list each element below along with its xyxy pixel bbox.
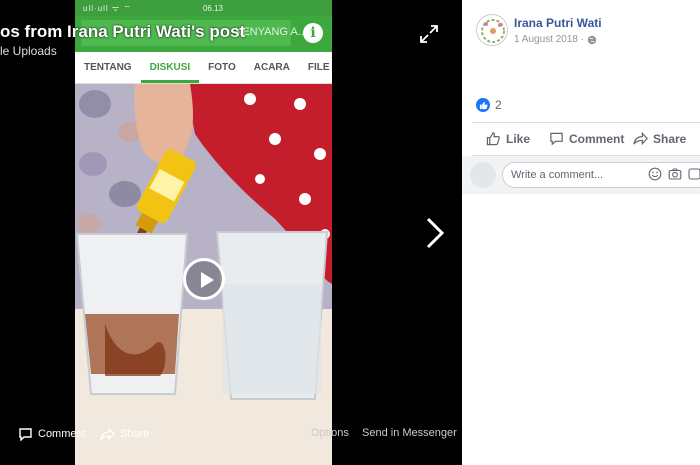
share-icon [100,427,115,441]
viewer-action-bar: Comment Share Options Send in Messenger [0,420,462,450]
options-link[interactable]: Options [311,427,349,439]
next-arrow-icon[interactable] [424,216,446,250]
composer-icons [648,167,700,181]
gif-icon[interactable] [688,167,700,181]
post-date-text: 1 August 2018 · [514,34,585,45]
tab-tentang: TENTANG [84,62,132,73]
share-button[interactable]: Share [633,131,686,146]
send-in-messenger-link[interactable]: Send in Messenger [362,427,457,439]
viewer-share-label: Share [120,428,150,440]
status-time: 06.13 [202,3,223,13]
divider [472,122,700,123]
share-arrow-icon [633,131,648,146]
comment-label: Comment [569,131,625,146]
photo-viewer: ull·ull ᯤ ⌔ 06.13 KENYANG A... i TENTANG… [0,0,700,465]
viewer-share-button[interactable]: Share [100,427,149,441]
share-label: Share [653,131,687,146]
author-avatar[interactable] [476,14,508,46]
viewer-title: os from Irana Putri Wati's post [0,22,246,41]
thumbs-up-glyph [479,101,488,109]
emoji-icon[interactable] [648,167,662,181]
group-name-text: KENYANG A... [235,26,307,38]
phone-tab-bar: TENTANG DISKUSI FOTO ACARA FILE A [75,52,332,84]
post-timestamp[interactable]: 1 August 2018 · [514,34,597,45]
author-name-link[interactable]: Irana Putri Wati [514,16,602,30]
like-button[interactable]: Like [486,131,530,146]
like-label: Like [506,131,531,146]
viewer-comment-button[interactable]: Comment [18,427,86,441]
tab-foto: FOTO [208,62,236,73]
signal-indicators: ull·ull ᯤ ⌔ [83,3,132,13]
play-button[interactable] [183,258,225,300]
video-frame [75,84,332,465]
current-user-avatar [470,162,496,188]
phone-status-bar: ull·ull ᯤ ⌔ 06.13 [75,0,332,16]
reaction-summary[interactable]: 2 [476,98,502,112]
comment-composer: Write a comment... [462,156,700,194]
avatar-wreath-icon [481,19,505,43]
camera-icon[interactable] [668,167,682,181]
tab-file: FILE [307,62,330,73]
tab-acara: ACARA [253,62,290,73]
like-reaction-icon [476,98,490,112]
post-action-bar: Like Comment Share [462,124,700,154]
play-icon [201,272,214,288]
phone-screenshot: ull·ull ᯤ ⌔ 06.13 KENYANG A... i TENTANG… [75,0,332,465]
tab-diskusi: DISKUSI [140,52,200,83]
comment-bubble-icon [550,132,563,146]
album-link[interactable]: le Uploads [0,44,57,58]
info-icon: i [303,23,323,43]
fullscreen-icon[interactable] [419,24,439,44]
like-count: 2 [495,98,502,112]
post-side-panel: Irana Putri Wati 1 August 2018 · 2 Like … [462,0,700,465]
viewer-comment-label: Comment [38,428,86,440]
globe-icon [587,35,597,44]
comment-icon [19,428,32,441]
comment-button[interactable]: Comment [549,131,624,146]
media-viewer: ull·ull ᯤ ⌔ 06.13 KENYANG A... i TENTANG… [0,0,462,465]
like-icon [486,132,500,146]
